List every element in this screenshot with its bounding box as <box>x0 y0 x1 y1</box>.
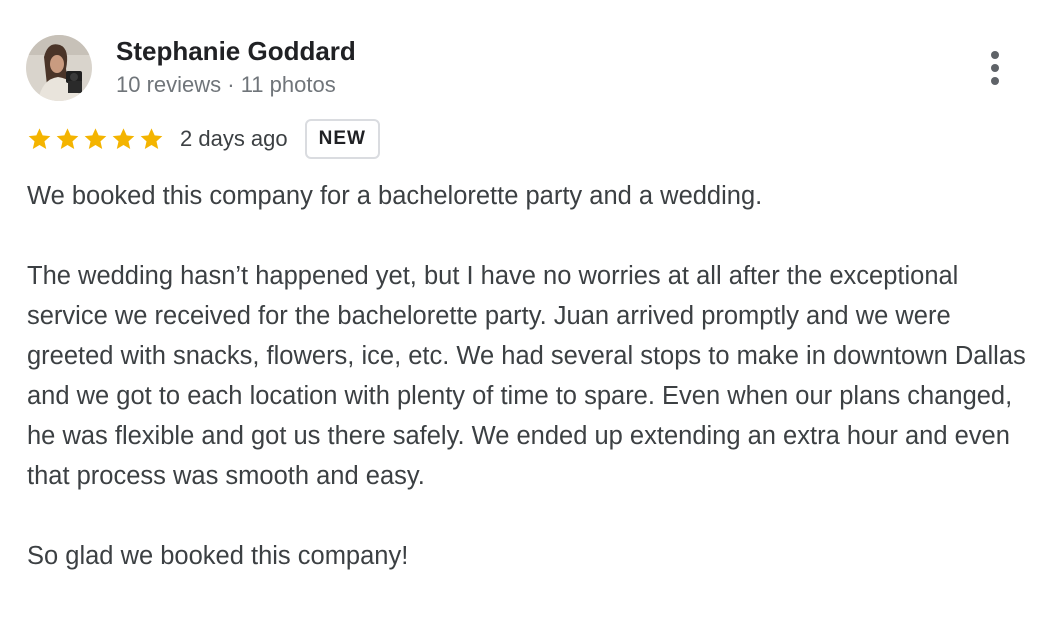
more-vert-icon-dot <box>991 64 999 72</box>
more-options-button[interactable] <box>976 46 1014 90</box>
star-icon <box>110 126 137 152</box>
new-badge: NEW <box>304 119 380 159</box>
more-vert-icon-dot <box>991 77 999 85</box>
author-meta: 10 reviews · 11 photos <box>116 72 336 97</box>
star-icon <box>82 126 109 152</box>
author-name[interactable]: Stephanie Goddard <box>116 36 356 67</box>
review-date: 2 days ago <box>180 126 288 151</box>
star-rating <box>26 126 165 152</box>
review-paragraph: The wedding hasn’t happened yet, but I h… <box>27 262 1026 490</box>
review-body: We booked this company for a bachelorett… <box>27 176 1027 576</box>
rating-row: 2 days ago NEW <box>26 117 380 161</box>
review-paragraph: So glad we booked this company! <box>27 542 409 570</box>
star-icon <box>26 126 53 152</box>
star-icon <box>138 126 165 152</box>
star-icon <box>54 126 81 152</box>
review-card: Stephanie Goddard 10 reviews · 11 photos… <box>0 0 1054 638</box>
author-avatar[interactable] <box>26 35 92 101</box>
review-paragraph: We booked this company for a bachelorett… <box>27 182 763 210</box>
more-vert-icon-dot <box>991 51 999 59</box>
